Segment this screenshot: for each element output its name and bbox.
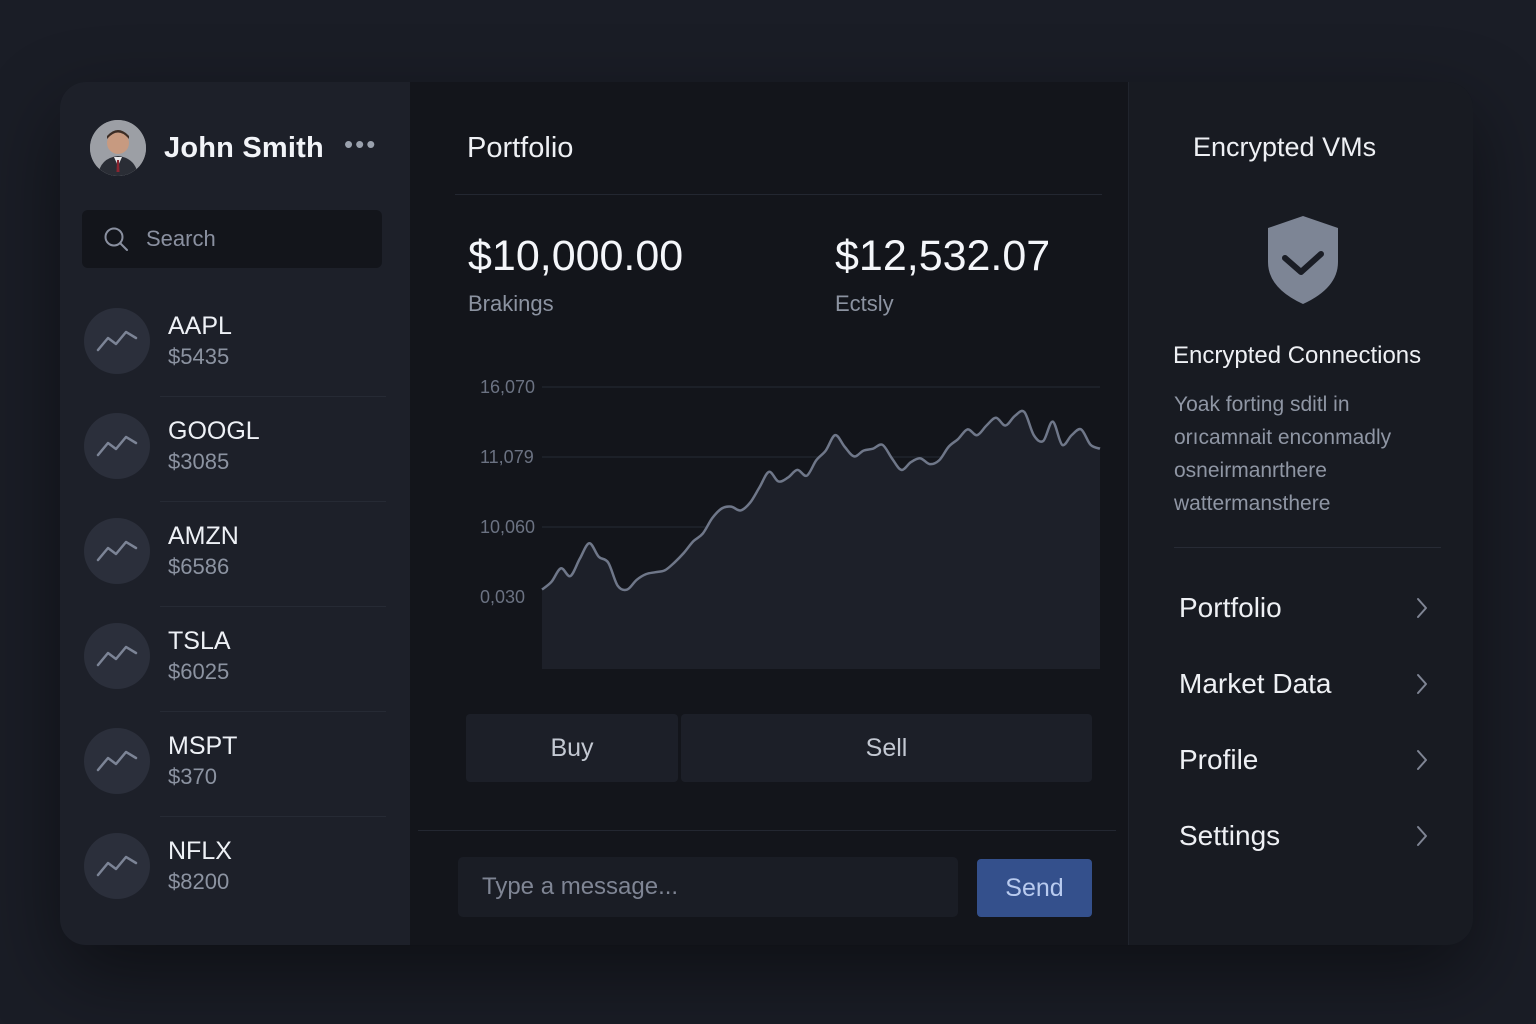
buy-button[interactable]: Buy [466,714,678,782]
nav-item-label: Settings [1179,820,1281,851]
stock-price: $8200 [168,869,230,894]
search-input[interactable] [144,225,368,253]
chart-tick-label: 11,079 [480,447,534,467]
description-line: osneirmanrthere [1174,459,1327,482]
main-panel: Portfolio $10,000.00 Brakings $12,532.07… [410,82,1128,945]
search-icon [104,227,128,251]
trend-up-icon [84,833,150,899]
stat-value: $10,000.00 [468,232,684,280]
nav-item-label: Profile [1179,744,1259,775]
stock-price: $370 [168,764,217,789]
stock-item-amzn[interactable]: AMZN $6586 [60,502,410,607]
sell-button[interactable]: Sell [681,714,1092,782]
page-title: Portfolio [467,132,574,164]
stock-ticker: AMZN [168,522,239,550]
right-panel: Encrypted VMs Encrypted Connections Yoak… [1128,82,1473,945]
stock-item-tsla[interactable]: TSLA $6025 [60,607,410,712]
divider [1174,547,1441,548]
stock-item-mspt[interactable]: MSPT $370 [60,712,410,817]
portfolio-chart: 16,070 11,079 10,060 0,030 [480,377,1101,669]
nav-item-settings[interactable]: Settings [1179,798,1429,874]
sidebar: John Smith ••• AAPL $5435 [60,82,410,945]
divider [418,830,1116,831]
stock-price: $6586 [168,554,230,579]
stock-item-nflx[interactable]: NFLX $8200 [60,817,410,922]
nav-item-portfolio[interactable]: Portfolio [1179,570,1429,646]
nav-item-market-data[interactable]: Market Data [1179,646,1429,722]
encryption-description: Yoak forting sditl in orıcamnait enconma… [1174,388,1444,520]
stock-price: $6025 [168,659,230,684]
divider [455,194,1102,195]
nav-item-label: Market Data [1179,668,1332,699]
stock-item-googl[interactable]: GOOGL $3085 [60,397,410,502]
nav-item-label: Portfolio [1179,592,1282,623]
chart-tick-label: 0,030 [480,587,525,607]
stock-item-aapl[interactable]: AAPL $5435 [60,292,410,397]
user-header: John Smith [90,120,324,176]
stat-label: Ectsly [835,291,894,316]
stat-label: Brakings [468,291,554,316]
chart-tick-label: 10,060 [480,517,535,537]
stat-balance: $10,000.00 Brakings [468,232,683,317]
search-box[interactable] [82,210,382,268]
stock-ticker: MSPT [168,732,238,760]
stock-price: $5435 [168,344,230,369]
trend-up-icon [84,413,150,479]
more-horizontal-icon[interactable]: ••• [344,131,377,157]
stock-price: $3085 [168,449,230,474]
description-line: wattermansthere [1174,492,1331,515]
app-window: John Smith ••• AAPL $5435 [60,82,1473,945]
send-button[interactable]: Send [977,859,1092,917]
chevron-right-icon [1417,826,1427,846]
stock-ticker: GOOGL [168,417,260,445]
chevron-right-icon [1417,598,1427,618]
nav-menu: Portfolio Market Data Profile Settings [1179,570,1429,874]
description-line: orıcamnait enconmadly [1174,426,1392,449]
stock-list: AAPL $5435 GOOGL $3085 AMZN $6586 TSLA $… [60,292,410,922]
message-input[interactable] [458,857,958,917]
chart-tick-label: 16,070 [480,377,535,397]
description-line: Yoak forting sditl in [1174,393,1350,416]
stock-ticker: TSLA [168,627,231,655]
stock-ticker: NFLX [168,837,232,865]
chart-area [542,410,1100,669]
nav-item-profile[interactable]: Profile [1179,722,1429,798]
chevron-right-icon [1417,750,1427,770]
stat-value: $12,532.07 [835,232,1051,280]
encryption-title: Encrypted Connections [1173,342,1422,369]
stock-ticker: AAPL [168,312,232,340]
panel-title: Encrypted VMs [1193,132,1377,162]
stat-equity: $12,532.07 Ectsly [835,232,1050,317]
chevron-right-icon [1417,674,1427,694]
avatar[interactable] [90,120,146,176]
user-name: John Smith [164,131,324,164]
trend-up-icon [84,308,150,374]
trend-up-icon [84,728,150,794]
trend-up-icon [84,623,150,689]
trend-up-icon [84,518,150,584]
shield-check-icon [1268,216,1338,304]
